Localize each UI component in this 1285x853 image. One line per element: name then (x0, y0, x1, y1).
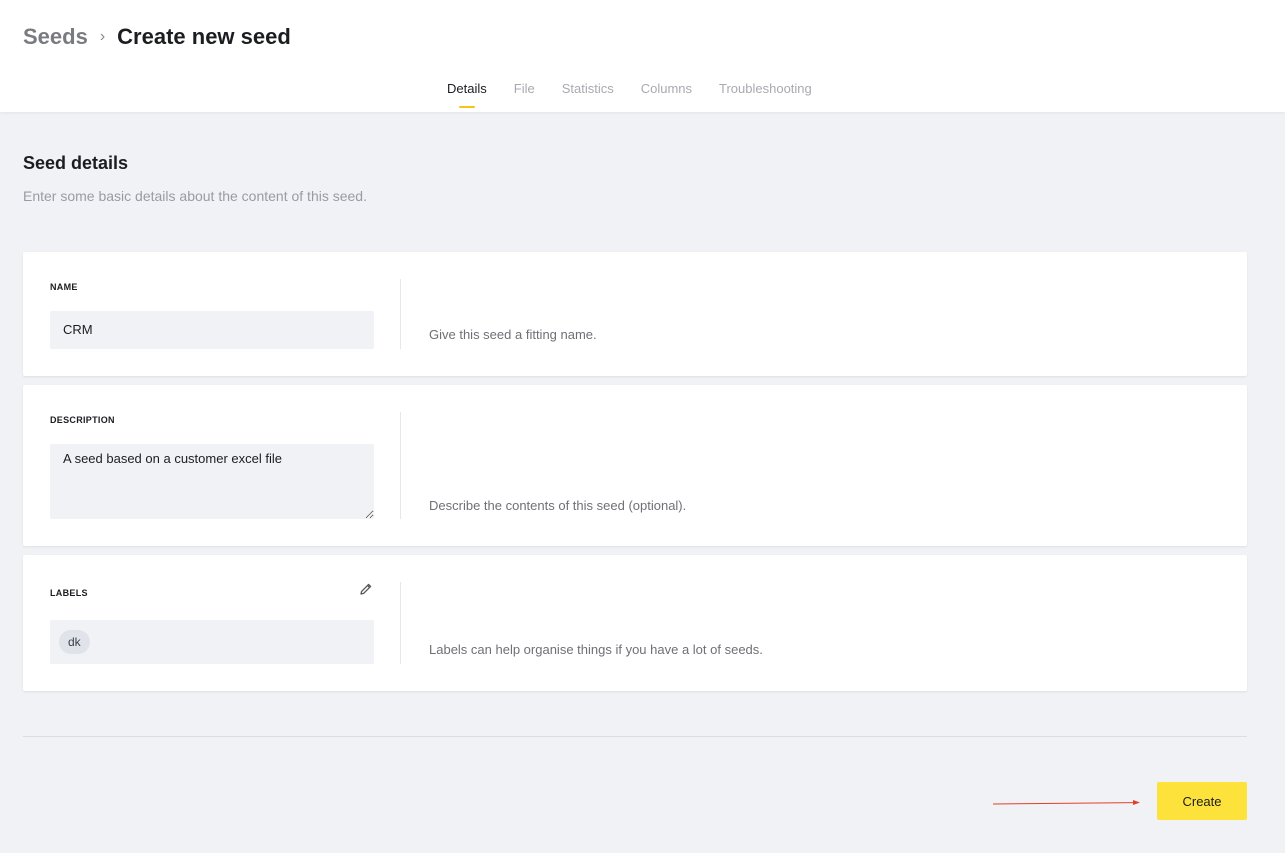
labels-card: LABELS dk Labels can help organise thing… (23, 555, 1247, 691)
name-help-text: Give this seed a fitting name. (429, 327, 597, 342)
page-title: Create new seed (117, 24, 291, 49)
description-card: DESCRIPTION A seed based on a customer e… (23, 385, 1247, 546)
tab-statistics[interactable]: Statistics (562, 81, 614, 103)
top-bar: Seeds › Create new seed Details File Sta… (0, 0, 1285, 112)
card-divider (400, 279, 401, 349)
tab-columns[interactable]: Columns (641, 81, 692, 103)
name-input[interactable] (50, 311, 374, 349)
tab-bar: Details File Statistics Columns Troubles… (447, 81, 812, 108)
breadcrumb: Seeds › Create new seed (23, 22, 291, 52)
annotation-arrow-icon (992, 800, 1140, 805)
labels-input[interactable]: dk (50, 620, 374, 664)
description-label: DESCRIPTION (50, 415, 115, 425)
description-help-text: Describe the contents of this seed (opti… (429, 498, 687, 513)
description-textarea[interactable]: A seed based on a customer excel file (50, 444, 374, 519)
chevron-right-icon: › (99, 28, 106, 45)
create-button[interactable]: Create (1157, 782, 1247, 820)
tab-details[interactable]: Details (447, 81, 487, 108)
section-subtitle: Enter some basic details about the conte… (23, 188, 367, 204)
name-card: NAME Give this seed a fitting name. (23, 252, 1247, 376)
breadcrumb-seeds-link[interactable]: Seeds (23, 24, 88, 50)
label-chip[interactable]: dk (59, 630, 90, 654)
pencil-icon[interactable] (359, 582, 373, 596)
tab-troubleshooting[interactable]: Troubleshooting (719, 81, 812, 103)
footer-divider (23, 736, 1247, 737)
card-divider (400, 582, 401, 664)
tab-file[interactable]: File (514, 81, 535, 103)
section-title: Seed details (23, 153, 129, 173)
card-divider (400, 412, 401, 519)
labels-label: LABELS (50, 588, 88, 598)
name-label: NAME (50, 282, 78, 292)
labels-help-text: Labels can help organise things if you h… (429, 642, 763, 657)
